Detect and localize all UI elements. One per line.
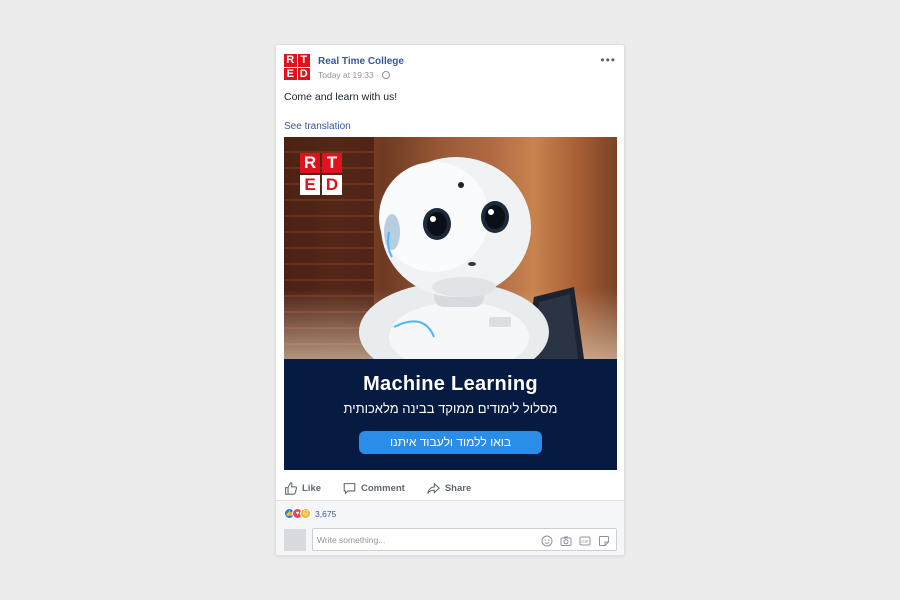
post-meta: Today at 19:33 · <box>318 70 390 80</box>
post-footer: 👍 ♥ 😮 3,675 GIF <box>276 500 624 555</box>
ad-subtitle: מסלול לימודים ממוקד בבינה מלאכותית <box>343 401 558 416</box>
post-timestamp[interactable]: Today at 19:33 · <box>318 70 379 80</box>
gif-icon[interactable]: GIF <box>579 534 591 546</box>
avatar <box>284 529 306 551</box>
ad-title: Machine Learning <box>363 373 538 395</box>
share-icon <box>427 481 440 494</box>
more-options-icon[interactable]: ••• <box>600 54 616 66</box>
comment-button[interactable]: Comment <box>343 482 405 495</box>
reactions-summary[interactable]: 👍 ♥ 😮 3,675 <box>284 508 336 519</box>
comment-label: Comment <box>361 482 405 494</box>
sticker-icon[interactable] <box>598 534 610 546</box>
ad-banner: Machine Learning מסלול לימודים ממוקד בבי… <box>284 359 617 470</box>
post-header: RTED Real Time College Today at 19:33 · … <box>284 54 616 84</box>
comment-tools: GIF <box>541 534 610 547</box>
robot-photo: RTED <box>284 137 617 359</box>
comment-icon <box>343 482 356 495</box>
camera-icon[interactable] <box>560 534 572 546</box>
ad-image[interactable]: RTED Machine Learning מסלול לימודים ממוק… <box>284 137 617 470</box>
wow-icon: 😮 <box>300 508 311 519</box>
comment-box[interactable]: GIF <box>312 528 617 551</box>
see-translation-link[interactable]: See translation <box>284 121 351 132</box>
like-label: Like <box>302 482 322 494</box>
post-actions: Like Comment Share <box>284 477 616 499</box>
reaction-count[interactable]: 3,675 <box>315 509 336 519</box>
page-logo[interactable]: RTED <box>284 54 310 80</box>
post-text: Come and learn with us! <box>284 91 398 103</box>
globe-icon <box>381 71 390 79</box>
svg-text:GIF: GIF <box>581 539 589 544</box>
thumbs-up-icon <box>285 481 297 495</box>
comment-input[interactable] <box>317 531 517 548</box>
page-name-link[interactable]: Real Time College <box>318 56 404 67</box>
ad-logo: RTED <box>300 153 342 195</box>
like-button[interactable]: Like <box>284 481 322 495</box>
share-button[interactable]: Share <box>427 481 472 495</box>
post-card: RTED Real Time College Today at 19:33 · … <box>275 44 625 556</box>
ad-cta-button[interactable]: בואו ללמוד ולעבוד איתנו <box>359 431 542 454</box>
share-label: Share <box>444 482 472 494</box>
emoji-icon[interactable] <box>541 534 553 547</box>
